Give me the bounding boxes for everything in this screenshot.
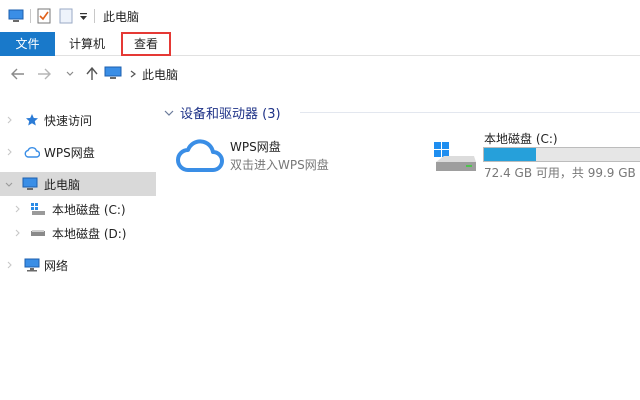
sidebar-item-quick-access[interactable]: 快速访问 (0, 108, 156, 132)
recent-locations-button[interactable] (60, 64, 80, 84)
sidebar-item-network[interactable]: 网络 (0, 253, 156, 277)
sidebar-item-label: 快速访问 (44, 113, 93, 128)
wps-cloud-subtitle: 双击进入WPS网盘 (230, 158, 329, 172)
sidebar-item-label: 此电脑 (44, 177, 81, 192)
sidebar-item-this-pc[interactable]: 此电脑 (0, 172, 156, 196)
address-bar[interactable]: 此电脑 (104, 64, 640, 84)
chevron-right-icon[interactable] (12, 197, 22, 221)
sidebar-item-local-disk-c[interactable]: 本地磁盘 (C:) (0, 197, 156, 221)
forward-arrow-icon (38, 68, 51, 80)
computer-icon[interactable] (8, 9, 24, 23)
sidebar-item-label: 本地磁盘 (C:) (52, 202, 126, 217)
sidebar-item-label: 网络 (44, 258, 69, 273)
title-bar: 此电脑 (0, 0, 640, 32)
tab-view[interactable]: 查看 (121, 32, 171, 56)
sidebar-item-label: 本地磁盘 (D:) (52, 226, 127, 241)
sidebar-item-label: WPS网盘 (44, 145, 95, 160)
chevron-right-icon[interactable] (12, 221, 22, 245)
chevron-right-icon[interactable] (4, 253, 14, 277)
drive-usage-text: 72.4 GB 可用，共 99.9 GB (484, 166, 636, 180)
properties-icon[interactable] (37, 8, 51, 24)
up-arrow-icon (86, 67, 98, 80)
network-icon (24, 257, 40, 273)
windows-drive-icon (30, 201, 46, 217)
computer-icon (104, 66, 122, 83)
navigation-pane: 快速访问 WPS网盘 此电脑 本地磁盘 (C:) 本地磁盘 (D:) 网络 (0, 100, 156, 400)
chevron-down-icon (66, 71, 74, 76)
breadcrumb-chevron-icon[interactable] (130, 67, 136, 81)
chevron-right-icon[interactable] (4, 108, 14, 132)
sidebar-item-wps-cloud[interactable]: WPS网盘 (0, 140, 156, 164)
wps-cloud-icon (176, 136, 224, 177)
computer-icon (22, 176, 38, 192)
wps-cloud-tile[interactable]: WPS网盘 双击进入WPS网盘 (176, 136, 396, 180)
windows-drive-icon (432, 140, 478, 177)
up-button[interactable] (82, 64, 102, 84)
tab-computer[interactable]: 计算机 (60, 32, 114, 56)
navigation-bar: 此电脑 (0, 60, 640, 88)
customize-dropdown-icon[interactable] (79, 12, 88, 21)
group-title: 设备和驱动器 (3) (180, 106, 281, 122)
forward-button[interactable] (34, 64, 54, 84)
group-header-devices[interactable]: 设备和驱动器 (3) (164, 102, 281, 122)
sidebar-item-local-disk-d[interactable]: 本地磁盘 (D:) (0, 221, 156, 245)
drive-icon (30, 225, 46, 241)
cloud-icon (24, 144, 40, 160)
group-divider (300, 112, 640, 113)
star-icon (24, 112, 40, 128)
chevron-down-icon[interactable] (4, 172, 14, 196)
drive-usage-fill (484, 148, 537, 161)
ribbon-tabs: 文件 计算机 查看 (0, 32, 640, 56)
local-disk-c-tile[interactable]: 本地磁盘 (C:) 72.4 GB 可用，共 99.9 GB (430, 128, 640, 184)
drive-title: 本地磁盘 (C:) (484, 132, 558, 146)
chevron-down-icon[interactable] (164, 105, 174, 119)
back-arrow-icon (11, 68, 24, 80)
drive-usage-bar (483, 147, 640, 162)
wps-cloud-title: WPS网盘 (230, 140, 281, 154)
title-separator (30, 9, 31, 23)
back-button[interactable] (8, 64, 28, 84)
new-folder-icon[interactable] (59, 8, 73, 24)
breadcrumb[interactable]: 此电脑 (142, 66, 178, 83)
window-title: 此电脑 (103, 9, 140, 24)
tab-file[interactable]: 文件 (0, 32, 55, 56)
chevron-right-icon[interactable] (4, 140, 14, 164)
title-separator (94, 9, 95, 23)
